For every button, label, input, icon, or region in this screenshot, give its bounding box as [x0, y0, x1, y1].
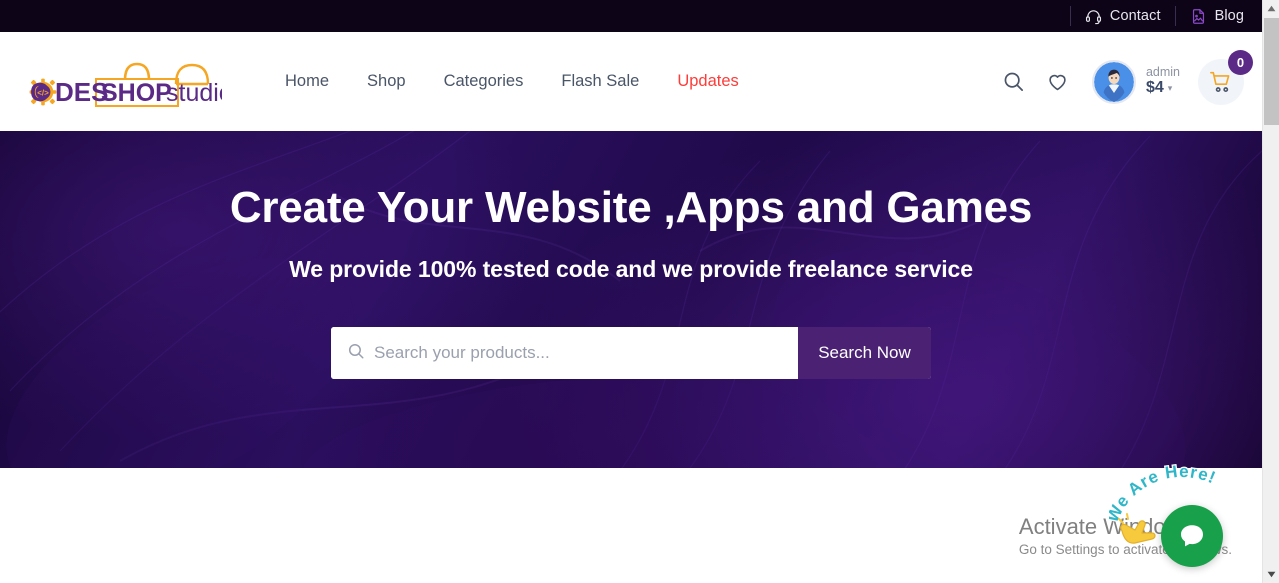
- cart-count-badge: 0: [1228, 49, 1253, 75]
- header-actions: admin $4 ▾ 0: [992, 49, 1253, 105]
- account-username: admin: [1145, 65, 1180, 80]
- cart-button[interactable]: 0: [1198, 49, 1253, 105]
- chat-bubble-icon: [1181, 525, 1203, 547]
- pointing-hand-icon: [1118, 513, 1156, 544]
- hero-search-field: [331, 327, 798, 380]
- site-header: </> C DES SHOP studio CODES SHOP studio …: [0, 32, 1262, 131]
- chat-widget: We Are Here!: [1107, 463, 1237, 575]
- svg-text:studio: studio: [166, 79, 222, 107]
- topbar-divider-right: [1174, 6, 1176, 26]
- hero-section: Create Your Website ,Apps and Games We p…: [0, 131, 1262, 468]
- chat-bubble-button[interactable]: [1161, 505, 1223, 567]
- topbar-contact-label: Contact: [1109, 8, 1161, 24]
- hero-search-submit-button[interactable]: Search Now: [798, 327, 931, 380]
- nav-item-home[interactable]: Home: [266, 64, 348, 99]
- nav-item-updates[interactable]: Updates: [658, 64, 757, 99]
- topbar-blog-label: Blog: [1214, 8, 1244, 24]
- page-content: Contact Blog </> C DES SHOP studi Home S…: [0, 0, 1262, 583]
- scroll-up-arrow-icon[interactable]: [1263, 0, 1279, 17]
- vertical-scrollbar[interactable]: [1262, 0, 1279, 583]
- header-wishlist-icon[interactable]: [1036, 60, 1080, 104]
- nav-item-flash-sale[interactable]: Flash Sale: [542, 64, 658, 99]
- account-menu[interactable]: admin $4 ▾: [1146, 65, 1180, 98]
- utility-topbar: Contact Blog: [0, 0, 1262, 32]
- nav-item-categories[interactable]: Categories: [425, 64, 543, 99]
- hero-content: Create Your Website ,Apps and Games We p…: [0, 131, 1262, 380]
- hero-title: Create Your Website ,Apps and Games: [229, 183, 1033, 232]
- search-icon: [347, 342, 365, 365]
- nav-item-shop[interactable]: Shop: [348, 64, 425, 99]
- header-search-icon[interactable]: [992, 60, 1036, 104]
- browser-viewport: Contact Blog </> C DES SHOP studi Home S…: [0, 0, 1279, 583]
- cart-icon: [1210, 71, 1230, 92]
- svg-text:C: C: [30, 77, 49, 107]
- avatar[interactable]: [1091, 59, 1136, 104]
- main-navigation: Home Shop Categories Flash Sale Updates: [266, 64, 758, 99]
- below-hero-section: Activate Windows Go to Settings to activ…: [0, 463, 1262, 583]
- scroll-down-arrow-icon[interactable]: [1263, 566, 1279, 583]
- hero-search-input[interactable]: [374, 343, 782, 364]
- account-balance: $4: [1145, 79, 1164, 97]
- chevron-down-icon: ▾: [1167, 83, 1173, 94]
- svg-text:SHOP: SHOP: [101, 79, 172, 107]
- scrollbar-thumb[interactable]: [1264, 18, 1279, 125]
- topbar-divider-left: [1069, 6, 1071, 26]
- hero-search-bar: Search Now: [331, 327, 931, 380]
- headset-icon: [1085, 8, 1102, 25]
- hero-subtitle: We provide 100% tested code and we provi…: [289, 256, 973, 283]
- blog-document-icon: [1190, 8, 1207, 25]
- site-logo[interactable]: </> C DES SHOP studio CODES SHOP studio: [16, 54, 226, 110]
- topbar-contact-link[interactable]: Contact: [1085, 8, 1161, 25]
- topbar-blog-link[interactable]: Blog: [1190, 8, 1244, 25]
